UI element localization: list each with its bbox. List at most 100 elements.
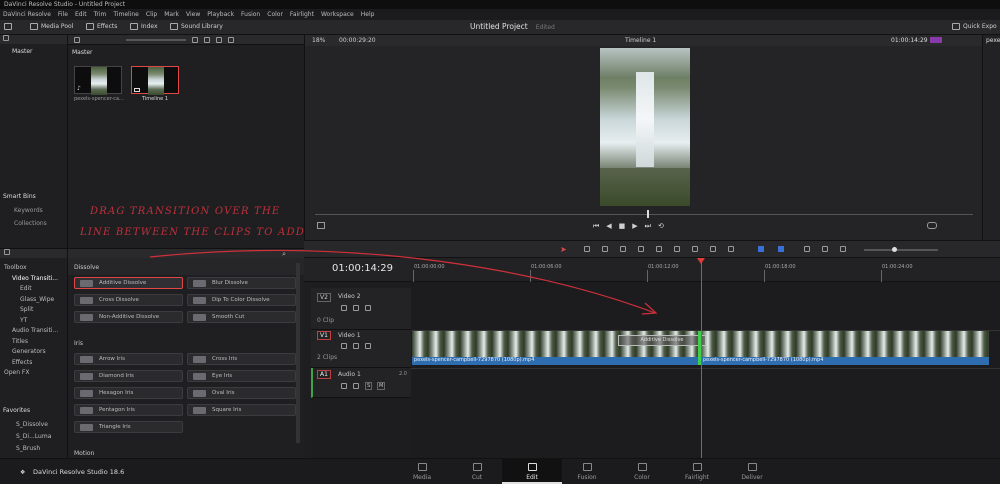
transition-arrow-iris[interactable]: Arrow Iris [74,353,183,365]
transition-blur-dissolve[interactable]: Blur Dissolve [187,277,296,289]
thumb-size-slider[interactable] [126,38,186,41]
marker-icon[interactable] [778,246,784,252]
transition-diamond-iris[interactable]: Diamond Iris [74,370,183,382]
transition-dip-to-color-dissolve[interactable]: Dip To Color Dissolve [187,294,296,306]
timeline-playhead[interactable] [701,258,702,458]
viewer-playhead[interactable] [647,210,649,218]
link-icon[interactable] [710,246,716,252]
blade-tool-icon[interactable] [620,246,626,252]
insert-clip-icon[interactable] [638,246,644,252]
track-visibility-icon[interactable] [365,305,371,311]
quick-export-button[interactable]: Quick Expo [952,23,997,30]
snapping-icon[interactable] [692,246,698,252]
transition-hexagon-iris[interactable]: Hexagon Iris [74,387,183,399]
list-view-icon[interactable] [204,36,210,43]
menu-item-fusion[interactable]: Fusion [241,11,260,18]
menu-item-timeline[interactable]: Timeline [113,11,139,18]
clip-thumbnail-pexels[interactable]: ♪ [74,66,122,95]
viewer-scrubber[interactable] [315,214,973,215]
track-header-v2[interactable]: V2 Video 2 0 Clip [311,288,411,330]
effects-tree-item[interactable]: Edit [20,285,32,292]
transition-square-iris[interactable]: Square Iris [187,404,296,416]
track-auto-select-icon[interactable] [353,343,359,349]
menu-item-help[interactable]: Help [361,11,375,18]
chevron-icon[interactable] [74,36,80,43]
transition-oval-iris[interactable]: Oval Iris [187,387,296,399]
smart-bin-keywords[interactable]: Keywords [14,207,43,214]
viewer-zoom[interactable]: 18% [312,37,325,44]
transition-triangle-iris[interactable]: Triangle Iris [74,421,183,433]
menu-item-playback[interactable]: Playback [207,11,234,18]
menu-item-workspace[interactable]: Workspace [321,11,354,18]
transport-controls[interactable]: ⏮◀■▶⏭⟲ [593,222,671,231]
transition-pentagon-iris[interactable]: Pentagon Iris [74,404,183,416]
menu-item-color[interactable]: Color [267,11,283,18]
transition-smooth-cut[interactable]: Smooth Cut [187,311,296,323]
zoom-slider-handle[interactable] [892,247,897,252]
dynamic-trim-icon[interactable] [602,246,608,252]
effects-tree-item[interactable]: Toolbox [4,264,27,271]
menu-item-mark[interactable]: Mark [164,11,179,18]
search-icon[interactable] [228,36,234,43]
effects-tree-item[interactable]: Generators [12,348,46,355]
bin-master[interactable]: Master [0,44,67,55]
playhead-handle[interactable] [697,258,705,264]
effects-tree-item[interactable]: Titles [12,338,28,345]
loop-icon[interactable] [927,222,937,229]
page-tab-deliver[interactable]: Deliver [722,458,782,484]
track-header-v1[interactable]: V1 Video 1 2 Clips [311,330,411,368]
transition-eye-iris[interactable]: Eye Iris [187,370,296,382]
transition-cross-iris[interactable]: Cross Iris [187,353,296,365]
index-button[interactable]: Index [130,23,158,30]
timeline-body[interactable]: 01:00:00:00 01:00:06:00 01:00:12:00 01:00:1… [411,258,1000,458]
page-tab-color[interactable]: Color [612,458,672,484]
favorite-item[interactable]: S_Brush [16,445,40,452]
track-lock-icon[interactable] [341,305,347,311]
effects-tree-item[interactable]: Open FX [4,369,30,376]
effects-tree-item[interactable]: Video Transiti... [12,275,58,282]
overwrite-clip-icon[interactable] [656,246,662,252]
effects-button[interactable]: Effects [86,23,117,30]
favorite-item[interactable]: S_Dissolve [16,421,48,428]
transition-additive-dissolve[interactable]: Additive Dissolve [74,277,183,289]
sort-icon[interactable] [216,36,222,43]
timeline-ruler[interactable]: 01:00:00:00 01:00:06:00 01:00:12:00 01:00:1… [411,258,1000,282]
page-tab-media[interactable]: Media [392,458,452,484]
effects-tree-item[interactable]: Audio Transiti... [12,327,58,334]
smart-bin-collections[interactable]: Collections [14,220,47,227]
track-lock-icon[interactable] [341,383,347,389]
replace-clip-icon[interactable] [674,246,680,252]
solo-button[interactable]: S [365,382,373,390]
effects-tree-item[interactable]: Effects [12,359,32,366]
panel-toggle-icon[interactable] [4,249,10,255]
transition-cross-dissolve[interactable]: Cross Dissolve [74,294,183,306]
zoom-full-icon[interactable] [804,246,810,252]
track-auto-select-icon[interactable] [353,383,359,389]
menu-item-trim[interactable]: Trim [94,11,107,18]
panel-layout-icon[interactable] [4,23,12,30]
track-lock-icon[interactable] [341,343,347,349]
timeline-zoom-slider[interactable] [864,249,938,251]
zoom-detail-icon[interactable] [822,246,828,252]
track-header-a1[interactable]: A1 Audio 1 2.0 S M [311,368,411,398]
bin-view-icon[interactable] [3,35,9,41]
effects-scrollbar[interactable] [296,263,300,443]
lock-icon[interactable] [728,246,734,252]
effects-tree-item[interactable]: Split [20,306,33,313]
zoom-custom-icon[interactable] [840,246,846,252]
track-visibility-icon[interactable] [365,343,371,349]
sound-library-button[interactable]: Sound Library [170,23,223,30]
favorite-item[interactable]: S_Di...Luma [16,433,51,440]
menu-item-edit[interactable]: Edit [75,11,87,18]
grid-view-icon[interactable] [192,36,198,43]
flag-icon[interactable] [758,246,764,252]
mute-button[interactable]: M [377,382,386,390]
page-tab-fairlight[interactable]: Fairlight [667,458,727,484]
menu-item-fairlight[interactable]: Fairlight [290,11,314,18]
menu-item-davinci-resolve[interactable]: DaVinci Resolve [3,11,51,18]
media-pool-button[interactable]: Media Pool [30,23,73,30]
track-auto-select-icon[interactable] [353,305,359,311]
viewer-mode-icon[interactable] [930,37,942,43]
trim-tool-icon[interactable] [584,246,590,252]
selection-tool-icon[interactable]: ➤ [560,245,567,254]
